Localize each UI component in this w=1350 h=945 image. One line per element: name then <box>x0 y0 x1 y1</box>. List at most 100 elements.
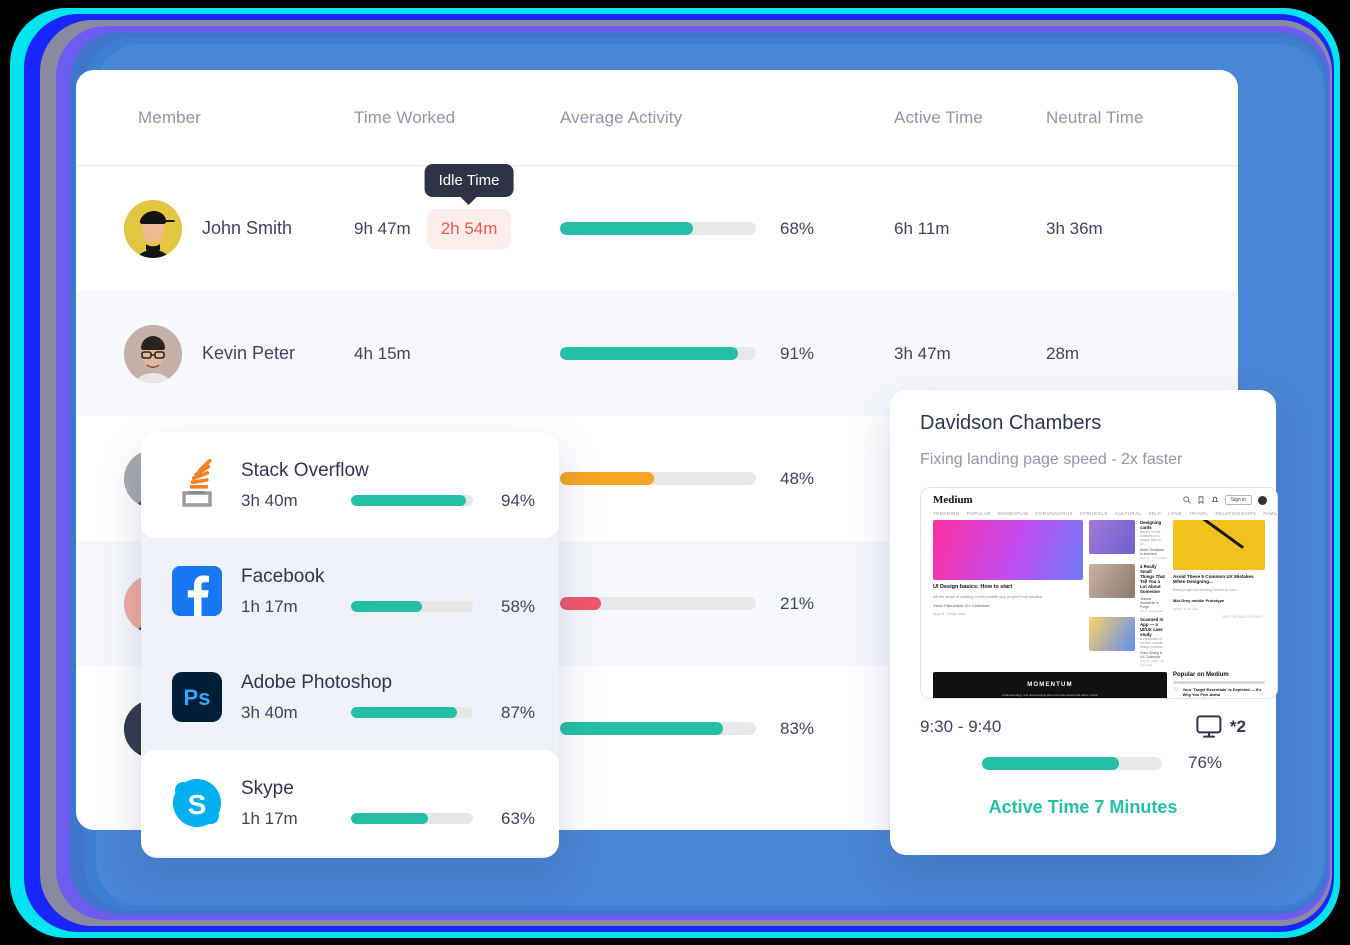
popular-heading: Popular on Medium <box>1173 672 1229 678</box>
see-more-link[interactable]: SEE THE FULL STORIES > <box>1173 615 1265 619</box>
preview-article-grid: UI Design basics: How to start All the s… <box>921 520 1277 667</box>
member-cell: John Smith <box>76 199 354 258</box>
screenshot-preview[interactable]: Medium Sign in TRENDING POPULAR MOMENTUM… <box>920 487 1278 699</box>
medium-logo: Medium <box>933 494 973 506</box>
app-list-item[interactable]: Ps Adobe Photoshop 3h 40m 87% <box>141 644 559 750</box>
column-header-active-time: Active Time <box>894 107 983 127</box>
preview-mid-column: Designing cards Basics on the anatomy of… <box>1089 520 1167 667</box>
app-percent: 58% <box>501 596 536 616</box>
app-metrics: 1h 17m 58% <box>241 597 535 617</box>
app-name: Skype <box>241 777 294 799</box>
member-cell: Kevin Peter <box>76 324 354 383</box>
table-row[interactable]: John Smith 9h 47m Idle Time 2h 54m 68% 6… <box>76 163 1238 291</box>
app-name: Adobe Photoshop <box>241 671 393 693</box>
app-info: Adobe Photoshop 3h 40m 87% <box>241 672 535 723</box>
app-time: 3h 40m <box>241 702 298 722</box>
average-activity-cell: 83% <box>560 719 894 739</box>
time-worked-cell: 4h 15m <box>354 344 560 364</box>
preview-article[interactable]: Scanned In App — a UI/UX case study A sh… <box>1089 617 1167 667</box>
svg-text:Ps: Ps <box>184 685 211 710</box>
preview-article[interactable]: 4 Really Small Things That Tell You a Lo… <box>1089 564 1167 613</box>
nav-item[interactable]: RELATIONSHIPS <box>1215 511 1256 516</box>
nav-item[interactable]: CORONAVIRUS <box>1035 511 1073 516</box>
nav-item[interactable]: POPULAR <box>967 511 991 516</box>
idle-time-badge[interactable]: Idle Time 2h 54m <box>424 163 514 249</box>
hero-date: Aug 24 · 6 min read <box>933 612 965 616</box>
promo-banner[interactable]: MOMENTUM Understanding, and documenting … <box>933 672 1167 698</box>
activity-progress-bar <box>560 347 756 360</box>
preview-article[interactable]: Designing cards Basics on the anatomy of… <box>1089 520 1167 560</box>
article-meta: Chris Chang in UX Collective <box>1140 651 1163 659</box>
app-percent: 63% <box>501 808 536 828</box>
app-name: Stack Overflow <box>241 459 369 481</box>
screens-count-group: *2 <box>1196 715 1246 739</box>
column-header-time-worked: Time Worked <box>354 107 456 127</box>
avatar[interactable] <box>1258 495 1267 505</box>
article-title: Scanned In App — a UI/UX case study <box>1140 617 1164 637</box>
activity-percent: 68% <box>780 218 815 238</box>
app-percent: 94% <box>501 490 536 510</box>
neutral-time-value: 28m <box>1046 343 1080 363</box>
screens-count: *2 <box>1229 717 1246 736</box>
app-progress-bar <box>351 707 473 718</box>
app-list-item[interactable]: Stack Overflow 3h 40m 94% <box>141 432 559 538</box>
nav-item[interactable]: MOMENTUM <box>998 511 1028 516</box>
app-name: Facebook <box>241 565 325 587</box>
stack-overflow-icon <box>171 458 223 511</box>
apps-usage-card: Stack Overflow 3h 40m 94% Facebook 1h 17… <box>141 432 559 858</box>
preview-right-column: Avoid These 5 Common UX Mistakes When De… <box>1173 520 1265 667</box>
average-activity-cell: 68% <box>560 219 894 239</box>
avatar <box>124 199 182 258</box>
preview-nav: TRENDING POPULAR MOMENTUM CORONAVIRUS ST… <box>921 508 1277 520</box>
nav-item[interactable]: CULTURAL <box>1115 511 1142 516</box>
active-time-link[interactable]: Active Time 7 Minutes <box>920 797 1246 818</box>
article-meta: Raving Logic UX Booking / based on hard.… <box>1173 588 1239 592</box>
activity-percent: 48% <box>780 468 815 488</box>
article-date: Jul 22 · 6 min read <box>1173 607 1198 611</box>
app-progress-bar <box>351 813 473 824</box>
app-info: Facebook 1h 17m 58% <box>241 566 535 617</box>
skype-icon: S <box>171 777 223 829</box>
nav-item[interactable]: TRENDING <box>933 511 960 516</box>
app-time: 1h 17m <box>241 596 298 616</box>
popular-meta: Jonathan Lin Elemental <box>1182 697 1216 699</box>
banner-sub: Understanding, and documenting about the… <box>1001 693 1099 697</box>
medium-page-preview: Medium Sign in TRENDING POPULAR MOMENTUM… <box>921 488 1277 698</box>
preview-header: Medium Sign in <box>921 488 1277 508</box>
nav-item[interactable]: SELF <box>1148 511 1161 516</box>
app-metrics: 3h 40m 87% <box>241 703 535 723</box>
screenshot-time-range: 9:30 - 9:40 <box>920 717 1002 736</box>
bookmark-icon <box>1198 496 1204 504</box>
time-worked-value: 9h 47m <box>354 218 411 238</box>
preview-bottom-row: MOMENTUM Understanding, and documenting … <box>921 672 1277 699</box>
preview-hero-column: UI Design basics: How to start All the s… <box>933 520 1083 667</box>
nav-item[interactable]: TRAVEL <box>1189 511 1209 516</box>
nav-item[interactable]: LOVE <box>1168 511 1182 516</box>
article-sub: A showcase of the fun, chaotic design pr… <box>1140 637 1163 649</box>
screenshot-stage: Member Time Worked Average Activity Acti… <box>0 0 1350 945</box>
signin-button[interactable]: Sign in <box>1224 495 1252 505</box>
app-info: Stack Overflow 3h 40m 94% <box>241 460 535 511</box>
search-icon <box>1183 496 1191 504</box>
time-worked-value: 4h 15m <box>354 343 411 363</box>
article-title: Designing cards <box>1140 520 1162 530</box>
nav-item[interactable]: STRUGGLE <box>1080 511 1108 516</box>
screenshot-detail-card: Davidson Chambers Fixing landing page sp… <box>890 390 1278 855</box>
app-info: Skype 1h 17m 63% <box>241 778 535 829</box>
article-thumbnail <box>1089 564 1135 598</box>
activity-progress-bar <box>560 472 756 485</box>
app-time: 1h 17m <box>241 808 298 828</box>
app-progress-bar <box>351 601 473 612</box>
app-list-item[interactable]: Facebook 1h 17m 58% <box>141 538 559 644</box>
screenshot-title: Davidson Chambers <box>920 412 1102 434</box>
nav-item[interactable]: FAMILY <box>1263 511 1277 516</box>
app-list-item[interactable]: S Skype 1h 17m 63% <box>141 750 559 856</box>
bell-icon <box>1211 496 1218 502</box>
time-worked-cell: 9h 47m Idle Time 2h 54m <box>354 163 560 249</box>
popular-on-medium: Popular on Medium 01 Your 'Target Essent… <box>1173 672 1265 699</box>
photoshop-icon: Ps <box>171 671 223 723</box>
monitor-icon <box>1196 715 1222 738</box>
activity-progress-bar <box>560 722 756 735</box>
column-header-average-activity: Average Activity <box>560 107 683 127</box>
article-date: Jul 1 · 4 min read <box>1140 609 1164 613</box>
